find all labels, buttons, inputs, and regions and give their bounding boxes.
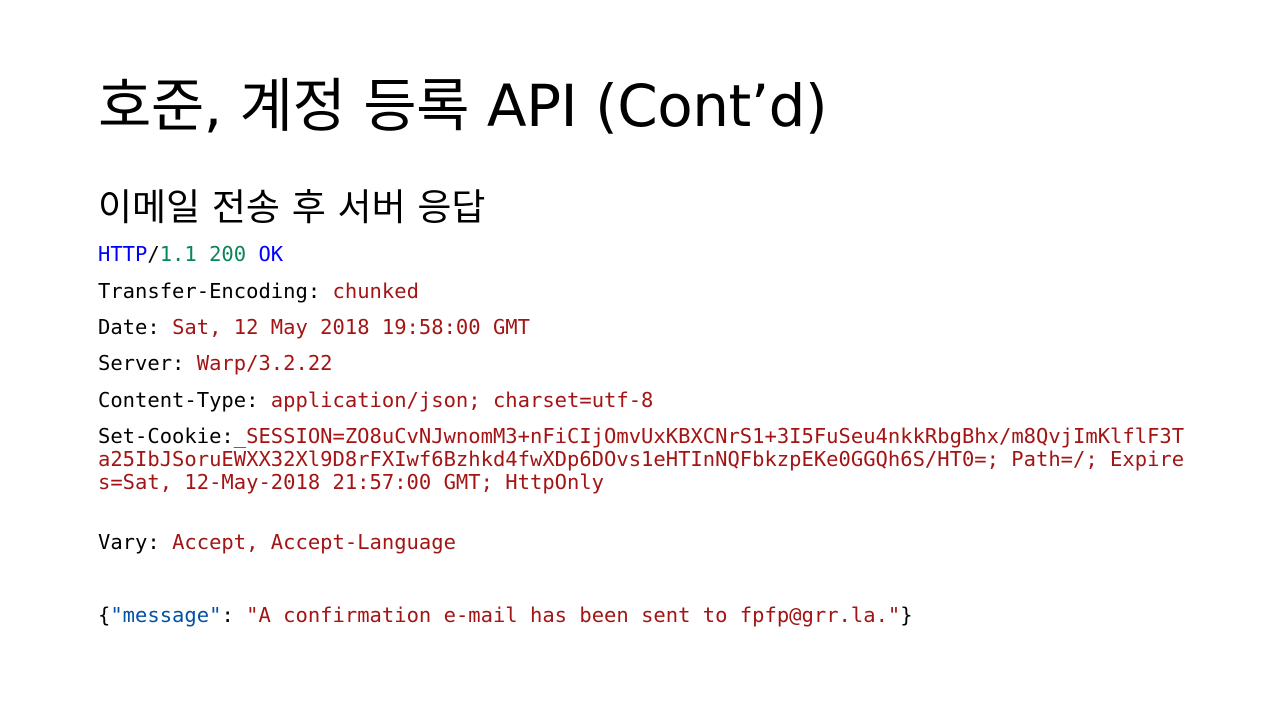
header-name: Date: xyxy=(98,315,160,339)
header-value: Sat, 12 May 2018 19:58:00 GMT xyxy=(172,315,530,339)
json-key: "message" xyxy=(110,603,222,627)
header-value: Warp/3.2.22 xyxy=(196,351,333,375)
json-colon: : xyxy=(221,603,247,627)
json-open-brace: { xyxy=(98,603,111,627)
http-version-status: 1.1 200 xyxy=(159,242,247,266)
header-name: Set-Cookie: xyxy=(98,424,234,448)
header-server: Server: Warp/3.2.22 xyxy=(98,352,333,375)
header-value: application/json; charset=utf-8 xyxy=(270,388,654,412)
http-status-line: HTTP/1.1 200 OK xyxy=(98,243,283,266)
header-content-type: Content-Type: application/json; charset=… xyxy=(98,389,653,412)
http-reason: OK xyxy=(258,242,284,266)
header-name: Content-Type: xyxy=(98,388,259,412)
header-value: Accept, Accept-Language xyxy=(172,530,456,554)
header-transfer-encoding: Transfer-Encoding: chunked xyxy=(98,280,419,303)
json-value: "A confirmation e-mail has been sent to … xyxy=(246,603,901,627)
header-value: chunked xyxy=(332,279,419,303)
header-name: Transfer-Encoding: xyxy=(98,279,321,303)
json-close-brace: } xyxy=(900,603,913,627)
slide-subtitle: 이메일 전송 후 서버 응답 xyxy=(98,186,486,229)
header-name: Vary: xyxy=(98,530,160,554)
header-vary: Vary: Accept, Accept-Language xyxy=(98,531,456,554)
http-protocol: HTTP xyxy=(98,242,148,266)
header-set-cookie: Set-Cookie:_SESSION=ZO8uCvNJwnomM3+nFiCI… xyxy=(98,425,1193,494)
slide: 호준, 계정 등록 API (Cont’d) 이메일 전송 후 서버 응답 HT… xyxy=(0,0,1280,720)
response-body-json: {"message": "A confirmation e-mail has b… xyxy=(98,604,913,627)
header-name: Server: xyxy=(98,351,185,375)
header-date: Date: Sat, 12 May 2018 19:58:00 GMT xyxy=(98,316,530,339)
header-value: _SESSION=ZO8uCvNJwnomM3+nFiCIjOmvUxKBXCN… xyxy=(98,424,1185,494)
http-space xyxy=(246,242,258,266)
http-slash: / xyxy=(147,242,160,266)
slide-title: 호준, 계정 등록 API (Cont’d) xyxy=(98,72,828,140)
